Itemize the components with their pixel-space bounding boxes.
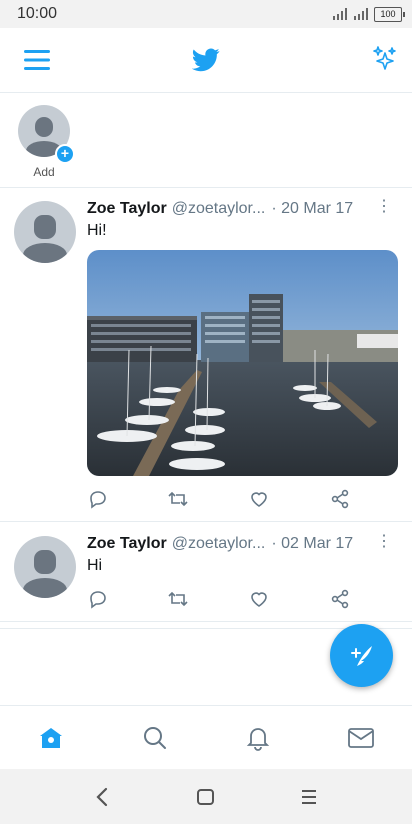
tweet-text: Hi! [87,222,107,239]
sparkle-icon[interactable] [368,42,402,76]
back-icon[interactable] [94,787,112,807]
tweet-media-image[interactable] [87,250,398,476]
tweet-item[interactable]: Zoe Taylor @zoetaylor... · 02 Mar 17 ⋮ H… [0,522,412,622]
tweet-author-name[interactable]: Zoe Taylor [87,535,167,553]
tweet-author-name[interactable]: Zoe Taylor [87,200,167,218]
tweet-header: Zoe Taylor @zoetaylor... · 02 Mar 17 ⋮ [87,534,400,554]
twitter-bird-icon [190,44,222,76]
system-navigation-bar [0,769,412,824]
battery-indicator: 100 [374,7,405,22]
fleet-add-label: Add [33,165,55,179]
more-options-icon[interactable]: ⋮ [376,199,392,215]
fleets-row: + Add [0,93,412,188]
status-time: 10:00 [17,5,58,22]
messages-icon[interactable] [348,727,374,749]
retweet-icon[interactable] [167,588,189,610]
home-square-icon[interactable] [196,788,216,806]
notifications-icon[interactable] [245,725,271,751]
avatar[interactable] [14,201,76,263]
compose-feather-icon [351,646,372,666]
tweet-actions [87,588,387,610]
bottom-tab-bar [0,705,412,770]
add-fleet-plus-icon[interactable]: + [55,144,75,164]
tweet-date: · 20 Mar 17 [271,200,354,217]
hamburger-menu-icon[interactable] [20,44,54,76]
like-icon[interactable] [248,488,270,510]
retweet-icon[interactable] [167,488,189,510]
recents-menu-icon[interactable] [300,788,318,806]
tweet-author-handle: @zoetaylor... [171,535,266,552]
reply-icon[interactable] [87,488,109,510]
signal-icon-2 [354,8,368,20]
tweet-header: Zoe Taylor @zoetaylor... · 20 Mar 17 ⋮ [87,199,400,219]
compose-tweet-button[interactable] [330,624,393,687]
reply-icon[interactable] [87,588,109,610]
tweet-item[interactable]: Zoe Taylor @zoetaylor... · 20 Mar 17 ⋮ H… [0,188,412,522]
home-icon[interactable] [38,725,64,751]
tweet-text: Hi [87,557,103,574]
search-icon[interactable] [142,725,168,751]
share-icon[interactable] [329,488,351,510]
like-icon[interactable] [248,588,270,610]
more-options-icon[interactable]: ⋮ [376,534,392,550]
tweet-date: · 02 Mar 17 [271,535,354,552]
signal-icon [333,8,347,20]
top-app-bar [0,28,412,93]
share-icon[interactable] [329,588,351,610]
tweet-actions [87,488,387,510]
tweet-author-handle: @zoetaylor... [171,200,266,217]
avatar[interactable] [14,536,76,598]
status-bar: 10:00 100 [0,0,412,28]
